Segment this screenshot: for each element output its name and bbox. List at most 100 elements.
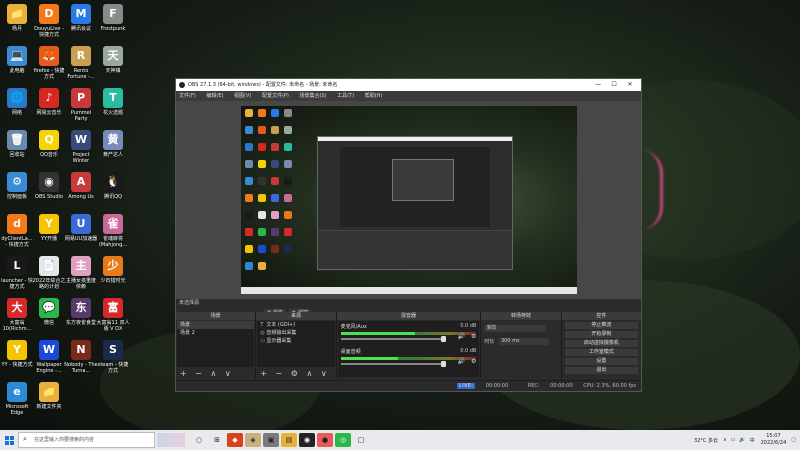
preview-canvas[interactable] xyxy=(241,106,577,294)
desktop-icon[interactable]: T 花火选题 xyxy=(96,88,130,116)
scenes-footer-buttons[interactable]: + − ∧ ∨ xyxy=(176,368,255,379)
menu-view[interactable]: 视图(V) xyxy=(234,93,251,99)
taskbar-app-icon[interactable]: ▢ xyxy=(353,433,369,447)
virtual-camera-button[interactable]: 启动虚拟摄像机 xyxy=(564,340,638,347)
wechat-taskbar-icon[interactable]: ◎ xyxy=(335,433,351,447)
minimize-button[interactable]: — xyxy=(591,79,605,91)
desktop-icon[interactable]: 雀雀魂麻将 (Mahjong... xyxy=(96,214,130,248)
desktop-icon[interactable]: N Nobody - The Turna... xyxy=(64,340,98,374)
taskbar-app-icon[interactable]: ● xyxy=(317,433,333,447)
desktop-icon[interactable]: ◉ OBS Studio xyxy=(32,172,66,200)
notification-icon[interactable]: ▢ xyxy=(791,437,796,443)
desktop-icon[interactable]: W Wallpaper Engine -... xyxy=(32,340,66,374)
start-recording-button[interactable]: 开始录制 xyxy=(564,331,638,338)
desktop-icon-label: 网易云音乐 xyxy=(36,110,62,116)
taskbar-grid-icon[interactable]: ⊞ xyxy=(209,433,225,447)
desktop-icon[interactable]: ⚙ 控制面板 xyxy=(0,172,34,200)
desktop-icon[interactable]: 🌐 网络 xyxy=(0,88,34,116)
desktop-icon[interactable]: 少少石猎时光 xyxy=(96,256,130,284)
volume-slider[interactable] xyxy=(340,336,447,342)
desktop-icon[interactable]: W Project Winter xyxy=(64,130,98,164)
menu-scene-collection[interactable]: 场景集合(S) xyxy=(299,93,326,99)
menu-tools[interactable]: 工具(T) xyxy=(337,93,354,99)
settings-button[interactable]: 设置 xyxy=(564,358,638,365)
desktop-icon[interactable]: 主主播女孩重度依赖 xyxy=(64,256,98,290)
mixer-dock-title: 混音器 xyxy=(336,312,481,320)
file-explorer-icon[interactable]: ▤ xyxy=(281,433,297,447)
app-icon: 少 xyxy=(103,256,123,276)
wallpaper-glow xyxy=(640,150,663,230)
source-item[interactable]: ◎ 音频输出采集 xyxy=(257,329,334,337)
desktop-icon[interactable]: Ssteam - 快捷方式 xyxy=(96,340,130,374)
desktop-icon[interactable]: Y YY - 快捷方式 xyxy=(0,340,34,368)
desktop-icon[interactable]: d dyClientLa... - 快捷方式 xyxy=(0,214,34,248)
gear-icon[interactable]: ⚙ xyxy=(471,333,476,340)
desktop-icon[interactable]: U 网易UU加速器 xyxy=(64,214,98,242)
source-item[interactable]: ▭显示器采集 xyxy=(257,337,334,345)
tray-chevron-icon[interactable]: ∧ xyxy=(723,437,727,443)
desktop-icon[interactable]: Q QQ音乐 xyxy=(32,130,66,158)
desktop-icon[interactable]: 天天神镇 xyxy=(96,46,130,74)
taskbar-app-icon[interactable]: ▣ xyxy=(263,433,279,447)
app-icon: 🐧 xyxy=(103,172,123,192)
slider-knob[interactable] xyxy=(441,361,447,367)
speaker-icon[interactable]: 🔊 xyxy=(458,333,465,340)
volume-icon[interactable]: 🔊 xyxy=(739,437,745,443)
desktop-icon[interactable]: 🗑 回收站 xyxy=(0,130,34,158)
stop-streaming-button[interactable]: 停止推流 xyxy=(564,322,638,329)
desktop-icon[interactable]: e Microsoft Edge xyxy=(0,382,34,416)
desktop-icon-label: 主播女孩重度依赖 xyxy=(65,278,96,290)
obs-titlebar[interactable]: OBS 27.1.3 (64-bit, windows) - 配置文件: 未命名… xyxy=(176,79,641,91)
start-button[interactable] xyxy=(0,430,18,450)
taskbar-clock[interactable]: 15:07 2022/6/24 xyxy=(761,433,787,447)
desktop-icon-label: 少石猎时光 xyxy=(100,278,126,284)
desktop-icon[interactable]: M 腾讯会议 xyxy=(64,4,98,32)
volume-slider[interactable] xyxy=(340,361,447,367)
exit-button[interactable]: 退出 xyxy=(564,367,638,374)
scene-item[interactable]: 场景 xyxy=(177,321,255,329)
desktop-icon[interactable]: 大大富翁10(Richm... xyxy=(0,298,34,332)
weather-status[interactable]: 32°C 多云 xyxy=(694,437,718,444)
network-icon[interactable]: ▭ xyxy=(731,437,736,443)
sources-footer-buttons[interactable]: + − ⚙ ∧ ∨ xyxy=(256,368,335,379)
desktop-icon[interactable]: 🐧 腾讯QQ xyxy=(96,172,130,200)
desktop-icon[interactable]: 💻 此电脑 xyxy=(0,46,34,74)
transition-select[interactable]: 渐隐 xyxy=(484,325,547,332)
menu-profile[interactable]: 配置文件(P) xyxy=(262,93,289,99)
taskbar-search[interactable]: ⌕ 在这里输入你要搜索的内容 xyxy=(18,432,155,448)
menu-edit[interactable]: 编辑(E) xyxy=(206,93,223,99)
slider-knob[interactable] xyxy=(441,336,447,342)
desktop-icon[interactable]: F Frostpunk xyxy=(96,4,130,32)
desktop-icon[interactable]: 📁 杨月 xyxy=(0,4,34,32)
desktop-icon[interactable]: 📁 新建文件夹 xyxy=(32,382,66,410)
maximize-button[interactable]: ☐ xyxy=(607,79,621,91)
desktop-icon[interactable]: 🦊 firefox - 快捷方式 xyxy=(32,46,66,80)
menu-help[interactable]: 帮助(H) xyxy=(365,93,383,99)
desktop-icon[interactable]: R Rento Fortune -... xyxy=(64,46,98,80)
task-view-icon[interactable]: ○ xyxy=(191,433,207,447)
desktop-icon[interactable]: ♪ 网易云音乐 xyxy=(32,88,66,116)
obs-window[interactable]: OBS 27.1.3 (64-bit, windows) - 配置文件: 未命名… xyxy=(175,78,642,392)
desktop-icon[interactable]: 黄黄产达人 xyxy=(96,130,130,158)
scene-item[interactable]: 场景 2 xyxy=(177,329,254,337)
menu-file[interactable]: 文件(F) xyxy=(179,93,196,99)
desktop-icon[interactable]: 📄 2022年综合之路的计划 xyxy=(32,256,66,290)
speaker-icon[interactable]: 🔊 xyxy=(458,358,465,365)
taskbar-app-icon[interactable]: ◆ xyxy=(227,433,243,447)
taskbar-app-icon[interactable]: ◈ xyxy=(245,433,261,447)
ime-indicator[interactable]: 中 xyxy=(750,437,755,444)
duration-input[interactable]: 300 ms xyxy=(498,338,549,345)
desktop-icon[interactable]: Llauncher - 快捷方式 xyxy=(0,256,34,290)
desktop-icon[interactable]: Y YY开播 xyxy=(32,214,66,242)
close-button[interactable]: ✕ xyxy=(623,79,637,91)
desktop-icon[interactable]: A Among Us xyxy=(64,172,98,200)
desktop-icon[interactable]: 东东方夜雀食堂 xyxy=(64,298,98,326)
desktop-icon[interactable]: P Pummel Party xyxy=(64,88,98,122)
desktop-icon[interactable]: 富大富翁11 双人版 V DX xyxy=(96,298,130,332)
source-item[interactable]: T 文本 (GDI+) xyxy=(257,321,334,329)
obs-taskbar-icon[interactable]: ◉ xyxy=(299,433,315,447)
desktop-icon[interactable]: 💬 微信 xyxy=(32,298,66,326)
desktop-icon[interactable]: D DouyuLive - 快捷方式 xyxy=(32,4,66,38)
gear-icon[interactable]: ⚙ xyxy=(471,358,476,365)
studio-mode-button[interactable]: 工作室模式 xyxy=(564,349,638,356)
